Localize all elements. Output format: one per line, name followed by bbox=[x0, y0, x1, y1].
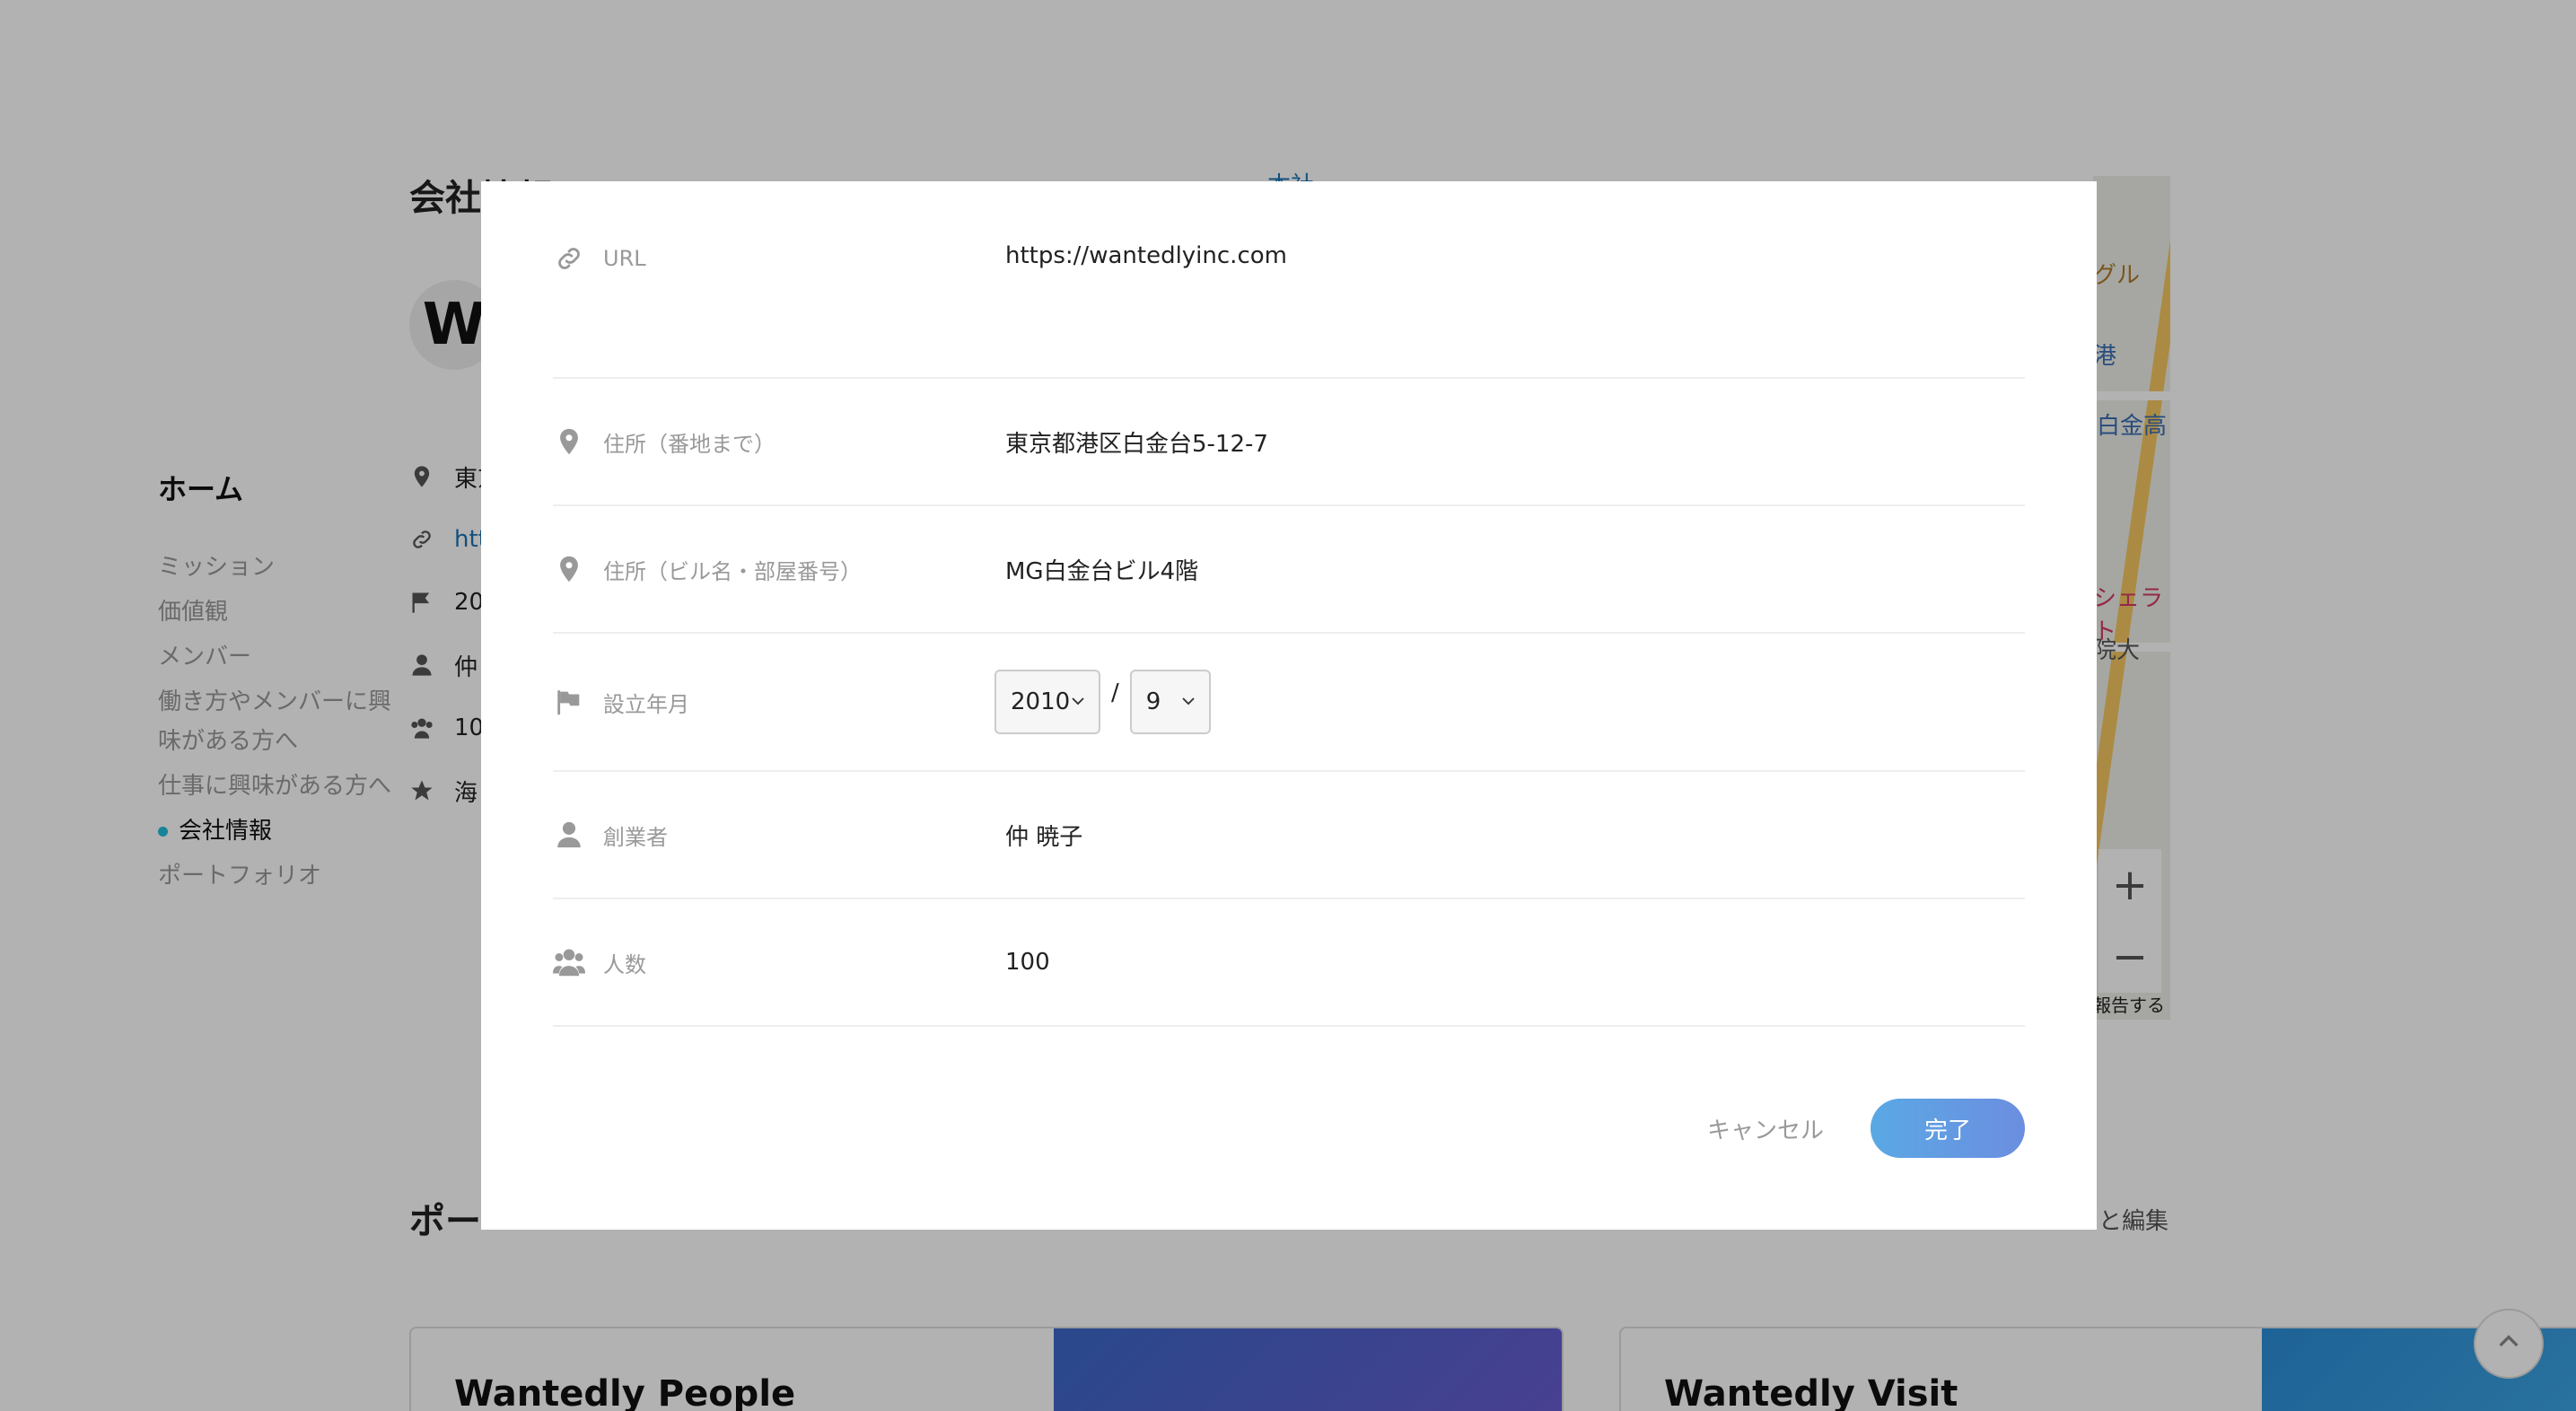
location-pin-icon bbox=[553, 553, 585, 585]
date-separator: / bbox=[1111, 679, 1119, 706]
address1-label: 住所（番地まで） bbox=[603, 431, 775, 457]
founded-month-select[interactable]: 9 bbox=[1129, 670, 1211, 734]
url-row: URL https://wantedlyinc.com bbox=[553, 181, 2025, 379]
edit-company-info-modal: URL https://wantedlyinc.com 住所（番地まで） 東京都… bbox=[481, 181, 2097, 1230]
chevron-down-icon bbox=[1070, 688, 1086, 715]
modal-actions: キャンセル 完了 bbox=[1707, 1099, 2025, 1158]
members-label: 人数 bbox=[603, 951, 646, 977]
done-button[interactable]: 完了 bbox=[1871, 1099, 2025, 1158]
founded-selects: 2010 / 9 bbox=[994, 670, 1211, 734]
people-icon bbox=[553, 946, 585, 978]
url-field[interactable]: https://wantedlyinc.com bbox=[1005, 242, 1287, 269]
founded-label: 設立年月 bbox=[603, 691, 689, 717]
founded-year-select[interactable]: 2010 bbox=[994, 670, 1100, 734]
address2-row: 住所（ビル名・部屋番号） MG白金台ビル4階 bbox=[553, 506, 2025, 634]
address2-field[interactable]: MG白金台ビル4階 bbox=[1005, 553, 1198, 586]
founder-label: 創業者 bbox=[603, 824, 668, 850]
flag-icon bbox=[553, 686, 585, 718]
chevron-down-icon bbox=[1180, 688, 1196, 715]
link-icon bbox=[553, 242, 585, 275]
founder-field[interactable]: 仲 暁子 bbox=[1005, 819, 1082, 852]
form-fields: URL https://wantedlyinc.com 住所（番地まで） 東京都… bbox=[553, 181, 2025, 1027]
members-field[interactable]: 100 bbox=[1005, 949, 1050, 976]
founder-row: 創業者 仲 暁子 bbox=[553, 772, 2025, 899]
location-pin-icon bbox=[553, 425, 585, 458]
members-row: 人数 100 bbox=[553, 899, 2025, 1027]
person-icon bbox=[553, 819, 585, 851]
url-label: URL bbox=[603, 246, 646, 271]
cancel-button[interactable]: キャンセル bbox=[1707, 1112, 1824, 1145]
address1-row: 住所（番地まで） 東京都港区白金台5-12-7 bbox=[553, 379, 2025, 506]
address2-label: 住所（ビル名・部屋番号） bbox=[603, 558, 862, 584]
founded-row: 設立年月 2010 / 9 bbox=[553, 634, 2025, 772]
address1-field[interactable]: 東京都港区白金台5-12-7 bbox=[1005, 425, 1268, 459]
